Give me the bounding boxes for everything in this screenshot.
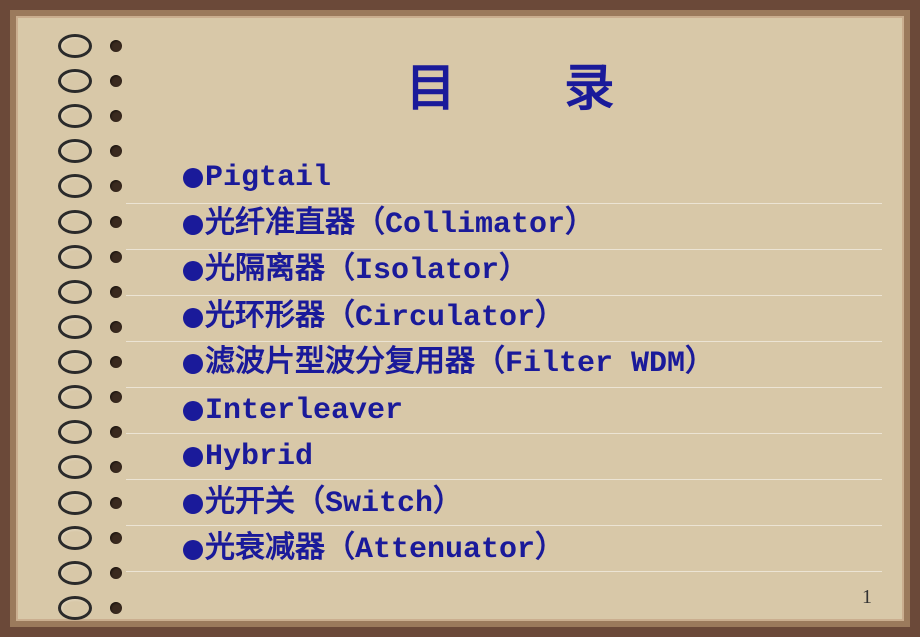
bullet-icon: [183, 308, 203, 328]
page-title: 目 录: [118, 48, 902, 120]
item-text: 光开关（Switch）: [205, 481, 463, 528]
binding-hole: [58, 278, 128, 306]
table-of-contents: Pigtail 光纤准直器（Collimator） 光隔离器（Isolator）…: [118, 155, 902, 574]
list-item: 光开关（Switch）: [183, 481, 902, 528]
page-number: 1: [862, 586, 872, 609]
item-text: Hybrid: [205, 434, 313, 481]
spiral-binding: [58, 28, 128, 609]
binding-hole: [58, 453, 128, 481]
bullet-icon: [183, 261, 203, 281]
binding-hole: [58, 243, 128, 271]
binding-hole: [58, 559, 128, 587]
item-text: 滤波片型波分复用器（Filter WDM）: [205, 341, 715, 388]
binding-hole: [58, 594, 128, 622]
binding-hole: [58, 67, 128, 95]
binding-hole: [58, 32, 128, 60]
binding-hole: [58, 489, 128, 517]
slide-mid-frame: 目 录 Pigtail 光纤准直器（Collimator） 光隔离器（Isola…: [16, 16, 904, 621]
binding-hole: [58, 102, 128, 130]
binding-hole: [58, 313, 128, 341]
list-item: 光纤准直器（Collimator）: [183, 202, 902, 249]
list-item: 光隔离器（Isolator）: [183, 248, 902, 295]
bullet-icon: [183, 494, 203, 514]
bullet-icon: [183, 215, 203, 235]
bullet-icon: [183, 401, 203, 421]
binding-hole: [58, 208, 128, 236]
list-item: 光环形器（Circulator）: [183, 295, 902, 342]
notebook-page: 目 录 Pigtail 光纤准直器（Collimator） 光隔离器（Isola…: [18, 18, 902, 619]
bullet-icon: [183, 168, 203, 188]
list-item: Interleaver: [183, 388, 902, 435]
binding-hole: [58, 418, 128, 446]
binding-hole: [58, 348, 128, 376]
binding-hole: [58, 137, 128, 165]
item-text: 光纤准直器（Collimator）: [205, 202, 595, 249]
list-item: 滤波片型波分复用器（Filter WDM）: [183, 341, 902, 388]
item-text: 光隔离器（Isolator）: [205, 248, 529, 295]
item-text: 光衰减器（Attenuator）: [205, 527, 565, 574]
binding-hole: [58, 383, 128, 411]
binding-hole: [58, 172, 128, 200]
bullet-icon: [183, 540, 203, 560]
item-text: 光环形器（Circulator）: [205, 295, 565, 342]
bullet-icon: [183, 447, 203, 467]
list-item: 光衰减器（Attenuator）: [183, 527, 902, 574]
list-item: Hybrid: [183, 434, 902, 481]
list-item: Pigtail: [183, 155, 902, 202]
item-text: Pigtail: [205, 155, 331, 202]
binding-hole: [58, 524, 128, 552]
bullet-icon: [183, 354, 203, 374]
slide-outer-frame: 目 录 Pigtail 光纤准直器（Collimator） 光隔离器（Isola…: [10, 10, 910, 627]
item-text: Interleaver: [205, 388, 403, 435]
